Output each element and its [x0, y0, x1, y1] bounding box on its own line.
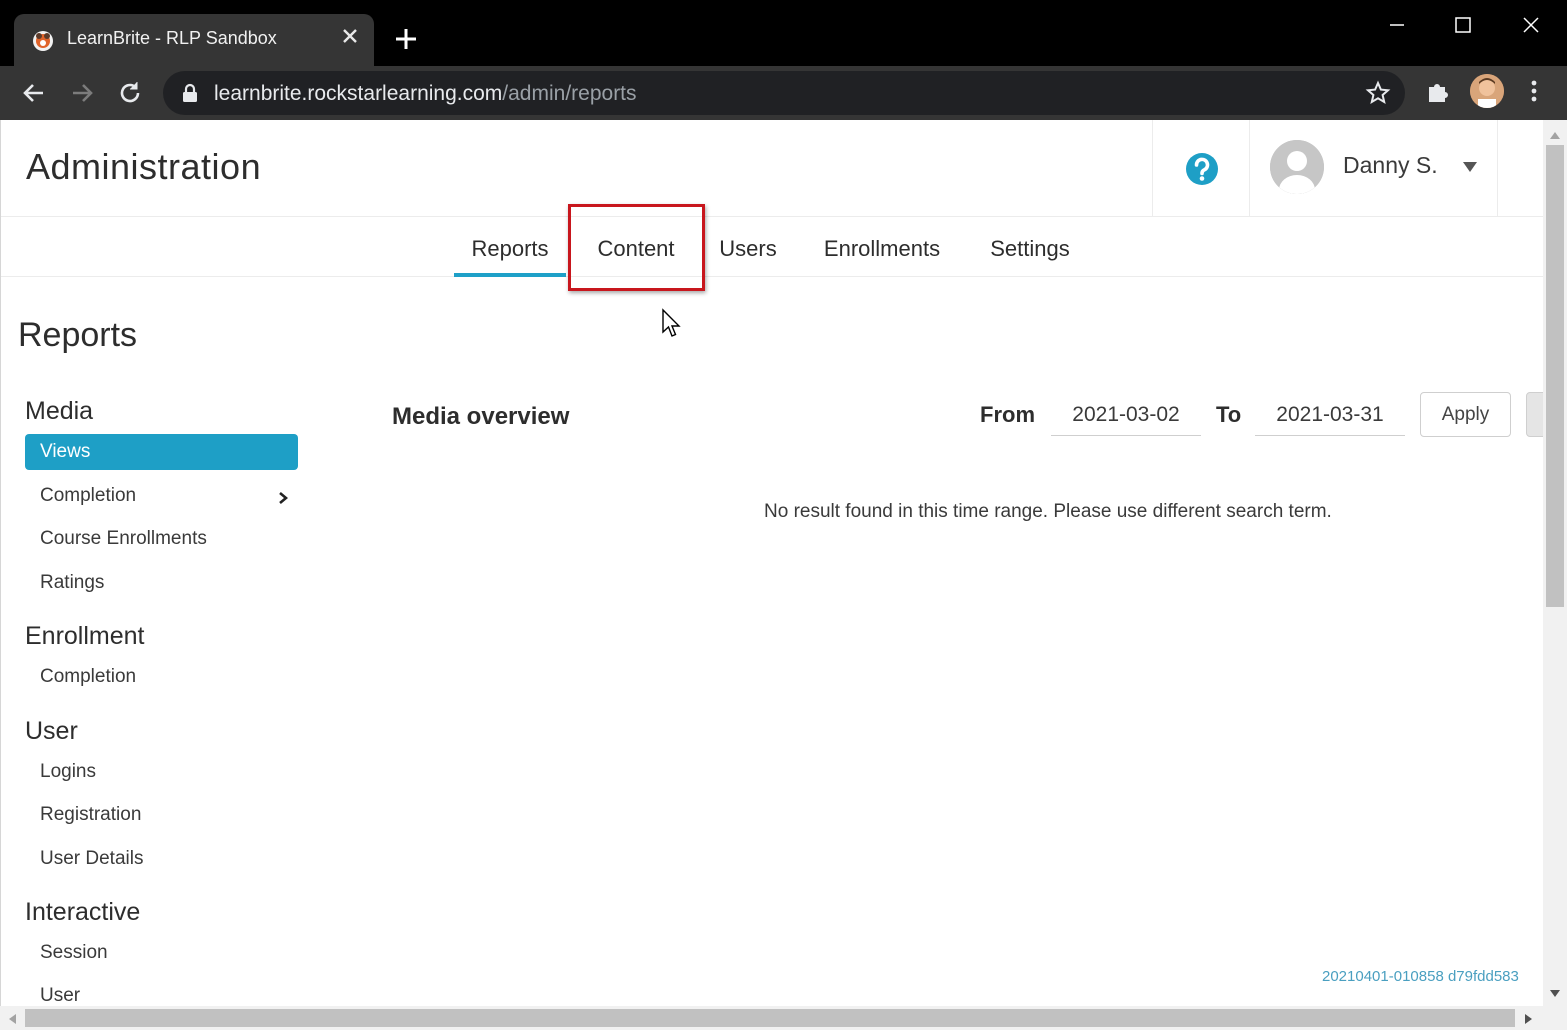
- caret-down-icon[interactable]: [1462, 160, 1478, 172]
- lock-icon: [181, 83, 199, 103]
- sidebar-group-user: User: [25, 717, 78, 745]
- horizontal-scroll-thumb[interactable]: [25, 1009, 1515, 1027]
- kebab-menu-icon[interactable]: [1522, 76, 1546, 106]
- tab-title: LearnBrite - RLP Sandbox: [67, 28, 277, 48]
- sidebar-item-label: Views: [40, 441, 91, 462]
- help-button[interactable]: [1152, 120, 1250, 216]
- empty-state-message: No result found in this time range. Plea…: [764, 501, 1332, 522]
- sidebar-item-label: User: [40, 985, 81, 1006]
- profile-avatar-icon[interactable]: [1470, 74, 1504, 108]
- horizontal-scrollbar[interactable]: [0, 1006, 1567, 1030]
- sidebar-item-label: Session: [40, 942, 108, 963]
- sidebar-item-user-details[interactable]: User Details: [25, 841, 298, 877]
- export-button[interactable]: [1526, 392, 1543, 437]
- sidebar-item-course-enrollments[interactable]: Course Enrollments: [25, 521, 298, 557]
- maximize-icon[interactable]: [1448, 10, 1478, 40]
- sidebar-item-media-completion[interactable]: Completion: [25, 478, 298, 514]
- window-close-icon[interactable]: [1516, 10, 1546, 40]
- user-name: Danny S.: [1343, 152, 1438, 178]
- sidebar-item-label: Registration: [40, 804, 142, 825]
- page-title: Administration: [26, 146, 262, 187]
- browser-toolbar: learnbrite.rockstarlearning.com/admin/re…: [0, 66, 1567, 120]
- scroll-up-arrow-icon[interactable]: [1549, 127, 1561, 139]
- chevron-right-icon: [278, 489, 289, 504]
- app-favicon-icon: [32, 29, 54, 51]
- scroll-right-arrow-icon[interactable]: [1524, 1012, 1534, 1024]
- build-version-text: 20210401-010858 d79fdd583: [1322, 968, 1519, 985]
- sidebar-item-label: Course Enrollments: [40, 528, 207, 549]
- tab-reports[interactable]: Reports: [454, 217, 566, 277]
- admin-tabs: Reports Content Users Enrollments Settin…: [1, 217, 1543, 277]
- admin-header: Administration Danny S.: [1, 120, 1543, 217]
- sidebar-item-session[interactable]: Session: [25, 935, 298, 971]
- url-host: learnbrite.rockstarlearning.com: [214, 82, 503, 105]
- browser-tab[interactable]: LearnBrite - RLP Sandbox: [14, 14, 374, 66]
- sidebar-group-interactive: Interactive: [25, 898, 141, 926]
- star-icon[interactable]: [1365, 80, 1391, 106]
- tab-enrollments[interactable]: Enrollments: [806, 217, 958, 277]
- apply-button[interactable]: Apply: [1420, 392, 1511, 437]
- to-label: To: [1216, 402, 1242, 427]
- sidebar-item-enrollment-completion[interactable]: Completion: [25, 659, 298, 695]
- sidebar-item-views[interactable]: Views: [25, 434, 298, 470]
- address-bar[interactable]: learnbrite.rockstarlearning.com/admin/re…: [163, 71, 1405, 115]
- sidebar-item-logins[interactable]: Logins: [25, 754, 298, 790]
- tab-settings[interactable]: Settings: [976, 217, 1084, 277]
- media-overview-title: Media overview: [392, 403, 570, 430]
- to-date-input[interactable]: [1255, 394, 1405, 436]
- minimize-icon[interactable]: [1382, 10, 1412, 40]
- sidebar-group-media: Media: [25, 397, 94, 425]
- page-content: Administration Danny S. Reports Content …: [0, 120, 1543, 1006]
- sidebar-item-label: Completion: [40, 666, 137, 687]
- sidebar-item-interactive-user[interactable]: User: [25, 978, 298, 1006]
- sidebar-item-label: User Details: [40, 848, 144, 869]
- sidebar-item-label: Completion: [40, 485, 137, 506]
- puzzle-icon[interactable]: [1424, 78, 1452, 106]
- from-date-input[interactable]: [1051, 394, 1201, 436]
- back-arrow-icon[interactable]: [19, 78, 49, 108]
- url-text: learnbrite.rockstarlearning.com/admin/re…: [214, 82, 637, 106]
- highlight-annotation-box: [568, 204, 705, 291]
- browser-tab-strip: LearnBrite - RLP Sandbox: [0, 0, 1567, 66]
- forward-arrow-icon[interactable]: [67, 78, 97, 108]
- user-menu[interactable]: Danny S.: [1250, 120, 1498, 216]
- vertical-scrollbar[interactable]: [1543, 120, 1567, 1006]
- tab-users[interactable]: Users: [708, 217, 788, 277]
- sidebar-item-label: Logins: [40, 761, 96, 782]
- url-path: /admin/reports: [502, 82, 637, 105]
- reload-icon[interactable]: [115, 78, 145, 108]
- from-label: From: [980, 402, 1035, 427]
- sidebar-item-label: Ratings: [40, 572, 105, 593]
- close-icon[interactable]: [340, 26, 360, 46]
- plus-icon[interactable]: [393, 26, 419, 52]
- sidebar-item-registration[interactable]: Registration: [25, 797, 298, 833]
- sidebar-group-enrollment: Enrollment: [25, 622, 145, 650]
- reports-heading: Reports: [18, 316, 138, 354]
- help-icon[interactable]: [1185, 152, 1219, 186]
- mouse-cursor-icon: [661, 308, 683, 340]
- scroll-down-arrow-icon[interactable]: [1549, 986, 1561, 997]
- sidebar-item-ratings[interactable]: Ratings: [25, 565, 298, 601]
- avatar: [1270, 140, 1324, 194]
- scroll-left-arrow-icon[interactable]: [7, 1012, 17, 1024]
- vertical-scroll-thumb[interactable]: [1546, 145, 1564, 607]
